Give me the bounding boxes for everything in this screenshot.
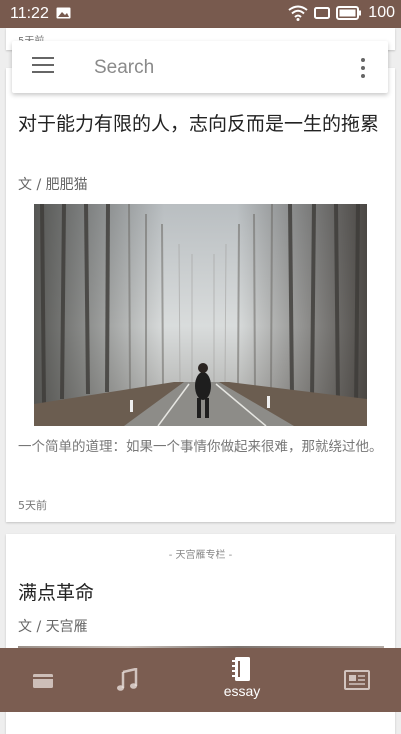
bottom-navigation: essay [0,648,401,712]
status-bar: 11:22 100 [0,0,401,28]
wifi-icon [288,5,308,21]
battery-level: 100 [368,4,395,21]
status-time: 11:22 [10,5,49,22]
article-title[interactable]: 满点革命 [18,578,94,605]
search-bar [12,41,388,93]
article-cover-image[interactable] [34,204,367,426]
article-author: 文 / 肥肥猫 [18,177,88,193]
nav-label-essay: essay [223,683,261,699]
article-author: 文 / 天宫雁 [18,619,88,635]
search-input[interactable] [92,53,346,83]
notebook-icon [232,657,250,681]
article-date: 5天前 [18,499,47,512]
image-notification-icon [56,7,71,19]
nav-item-music[interactable] [77,648,177,712]
rotation-icon [314,7,331,19]
card-icon [33,674,53,688]
article-excerpt: 一个简单的道理：如果一个事情你做起来很难，那就绕过他。 [18,439,383,455]
battery-icon [336,6,362,20]
nav-item-news[interactable] [307,648,401,712]
music-note-icon [117,668,138,691]
foggy-forest-road-image [34,204,367,426]
article-title[interactable]: 对于能力有限的人，志向反而是一生的拖累 [18,112,383,136]
status-icons: 100 [288,4,395,22]
more-options-icon[interactable] [360,58,366,78]
hamburger-menu-icon[interactable] [32,57,54,77]
nav-item-essay[interactable]: essay [192,648,292,712]
article-card[interactable]: 对于能力有限的人，志向反而是一生的拖累 文 / 肥肥猫 一个简单的道理：如果一个… [6,68,395,522]
column-label: - 天宫雁专栏 - [168,550,233,561]
newspaper-icon [344,670,370,690]
